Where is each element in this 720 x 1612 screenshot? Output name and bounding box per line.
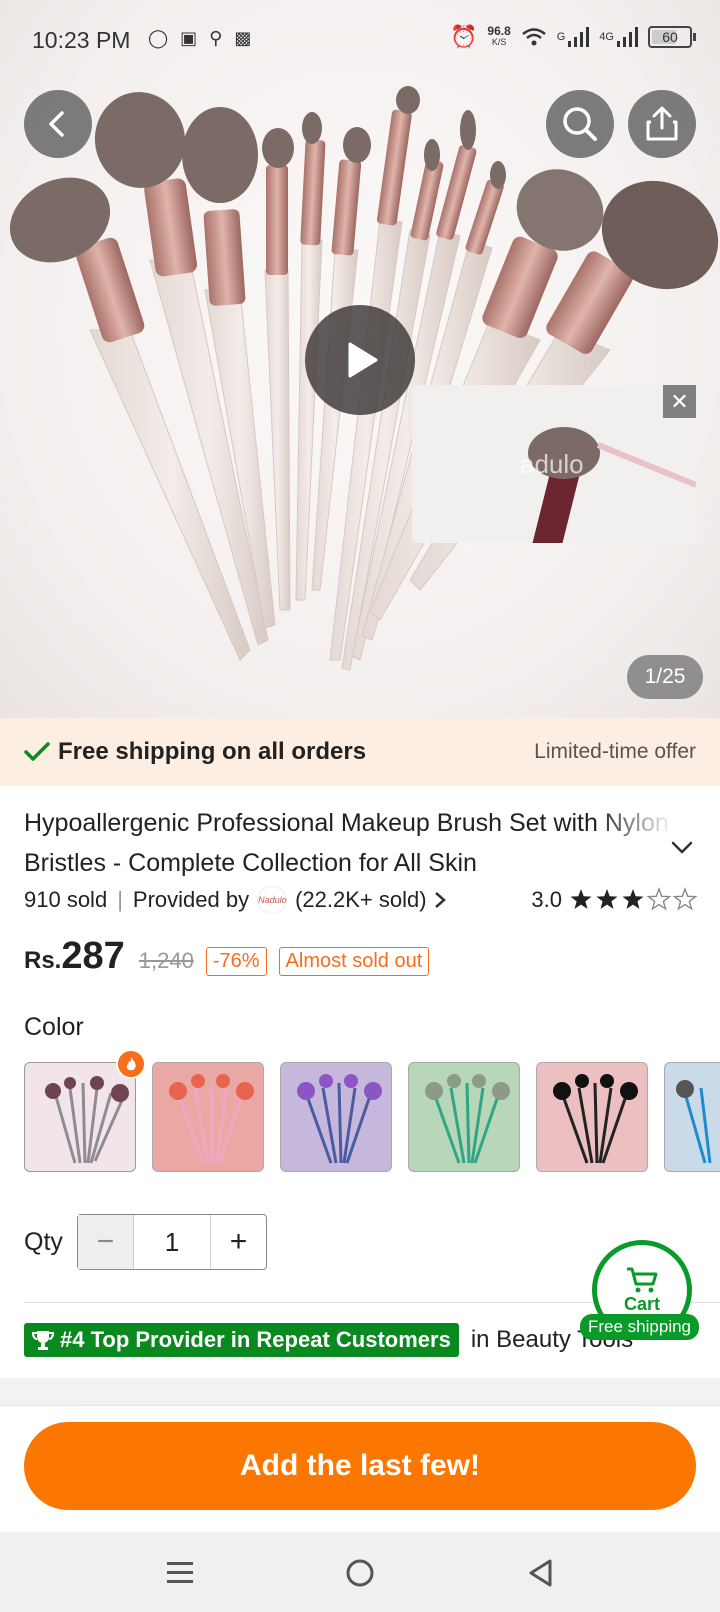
status-notification-icons: ◯ ▣ ⚲ ▩: [148, 28, 251, 49]
menu-icon: [167, 1562, 193, 1583]
discount-badge: -76%: [205, 946, 267, 976]
play-video-button[interactable]: [305, 305, 415, 415]
search-icon: [563, 107, 597, 141]
battery-icon: 60: [648, 26, 696, 48]
shipping-text: Free shipping on all orders: [58, 738, 367, 765]
qty-value[interactable]: 1: [133, 1215, 211, 1269]
color-option-purple-blue[interactable]: [280, 1062, 392, 1172]
signal-type-1: G: [556, 31, 566, 43]
star-filled-icon: [570, 889, 592, 909]
color-option-rose-silver[interactable]: [24, 1062, 136, 1172]
cart-shipping-label: Free shipping: [580, 1314, 700, 1340]
wifi-icon: [521, 28, 546, 46]
price: 287: [61, 935, 125, 977]
color-label: Color: [24, 1013, 84, 1041]
stock-badge: Almost sold out: [278, 946, 430, 976]
hot-badge: [116, 1049, 146, 1079]
signal-type-2: 4G: [599, 31, 614, 43]
share-icon: [646, 106, 678, 141]
rating-stars-icon: [570, 887, 698, 911]
star-empty-icon: [672, 887, 698, 911]
shipping-banner[interactable]: Free shipping on all orders Limited-time…: [0, 718, 720, 786]
cart-button[interactable]: Cart Free shipping: [580, 1240, 720, 1340]
close-icon: ✕: [670, 388, 689, 414]
quantity-stepper: − 1 +: [77, 1214, 267, 1270]
alarm-icon: ⏰: [449, 24, 478, 49]
signal-icon-2: [617, 27, 638, 47]
status-bar: 10:23 PM ◯ ▣ ⚲ ▩ ⏰ 96.8 K/S G 4G 60: [0, 0, 720, 80]
sold-count: 910 sold: [24, 887, 108, 912]
home-button[interactable]: [342, 1556, 378, 1590]
chevron-right-icon[interactable]: [431, 889, 449, 911]
home-circle-icon: [346, 1559, 374, 1587]
qty-label: Qty: [24, 1228, 63, 1256]
add-to-cart-button[interactable]: Add the last few!: [24, 1422, 696, 1510]
product-title[interactable]: Hypoallergenic Professional Makeup Brush…: [24, 803, 674, 883]
back-triangle-icon: [529, 1559, 552, 1587]
cart-label: Cart: [623, 1293, 660, 1314]
signal-icon: [568, 27, 590, 47]
original-price: 1,240: [138, 948, 194, 973]
trophy-icon: [32, 1331, 54, 1350]
price-row: Rs. 287 1,240 -76% Almost sold out: [24, 935, 430, 987]
net-speed: 96.8 K/S: [487, 24, 511, 47]
section-gap: [0, 1378, 720, 1406]
back-button[interactable]: [24, 90, 92, 158]
search-button[interactable]: [546, 90, 614, 158]
flame-icon: [126, 1057, 136, 1071]
expand-title-button[interactable]: [670, 840, 694, 861]
price-currency: Rs.: [24, 947, 62, 974]
play-icon: [348, 342, 378, 378]
divider: |: [117, 887, 123, 912]
star-filled-icon: [596, 889, 618, 909]
back-nav-button[interactable]: [522, 1556, 558, 1590]
color-option-pink[interactable]: [152, 1062, 264, 1172]
ge-icon: ▩: [234, 28, 252, 48]
cart-icon: [627, 1267, 658, 1292]
star-empty-icon: [646, 887, 672, 911]
qty-increase-button[interactable]: +: [211, 1215, 266, 1269]
top-provider-badge: #4 Top Provider in Repeat Customers: [24, 1323, 459, 1357]
offer-text: Limited-time offer: [534, 740, 696, 763]
color-option-blue[interactable]: [664, 1062, 720, 1172]
store-logo[interactable]: Nadulo: [257, 886, 288, 914]
status-system-icons: ⏰ 96.8 K/S G 4G 60: [449, 24, 696, 50]
video-watermark: adulo: [520, 449, 584, 479]
share-button[interactable]: [628, 90, 696, 158]
qty-decrease-button[interactable]: −: [78, 1215, 133, 1269]
gallery-counter: 1/25: [627, 655, 703, 699]
system-nav-bar: [0, 1532, 720, 1612]
star-filled-icon: [622, 889, 644, 909]
chevron-down-icon: [671, 841, 693, 854]
badge-text: #4 Top Provider in Repeat Customers: [60, 1327, 451, 1352]
chevron-left-icon: [49, 111, 64, 137]
rating-value: 3.0: [531, 887, 562, 912]
status-time: 10:23 PM: [32, 27, 131, 53]
provided-by-label: Provided by: [132, 887, 250, 912]
store-sold[interactable]: (22.2K+ sold): [295, 887, 426, 913]
game-icon: ◯: [148, 28, 169, 48]
rating[interactable]: 3.0: [531, 887, 700, 913]
product-meta: 910 sold | Provided by Nadulo (22.2K+ so…: [24, 884, 700, 916]
color-option-black-silver[interactable]: [536, 1062, 648, 1172]
instagram-icon: ▣: [180, 28, 198, 48]
key-icon: ⚲: [209, 28, 223, 48]
recent-apps-button[interactable]: [162, 1556, 198, 1590]
close-video-button[interactable]: ✕: [663, 385, 696, 418]
floating-video-preview[interactable]: adulo: [412, 385, 696, 543]
check-icon: [24, 742, 50, 761]
color-option-green[interactable]: [408, 1062, 520, 1172]
